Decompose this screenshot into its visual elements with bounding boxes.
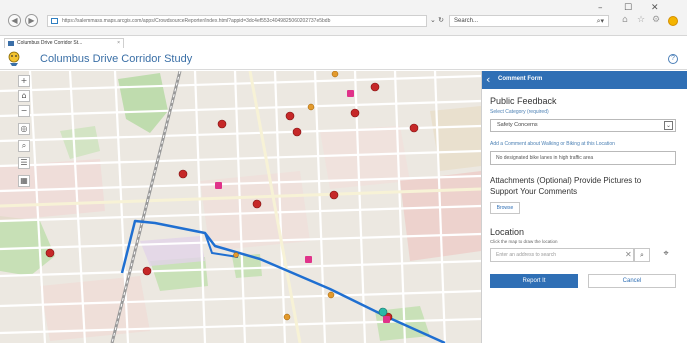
address-search-input[interactable]: Enter an address to search (490, 248, 634, 262)
safety-marker (217, 119, 227, 129)
comment-form-panel: ‹ Comment Form Public Feedback Select Ca… (481, 71, 687, 343)
map-view[interactable] (0, 71, 481, 343)
safety-marker (45, 248, 55, 258)
crosshair-icon[interactable]: ⌖ (658, 248, 674, 262)
home-view-icon[interactable]: ⌂ (18, 90, 30, 102)
tab-close-icon[interactable]: × (117, 39, 120, 48)
panel-title: Comment Form (498, 76, 543, 82)
safety-marker (370, 82, 380, 92)
search-icon[interactable]: ⌕ (634, 248, 650, 262)
forward-arrow-icon[interactable]: ▶ (25, 14, 38, 27)
page-icon (51, 18, 58, 24)
search-icon[interactable]: ⌕▾ (597, 16, 604, 26)
zoom-in-button[interactable]: + (18, 75, 30, 87)
minimize-button[interactable]: – (598, 3, 603, 13)
category-select[interactable]: Safety Concerns ⌄ (490, 119, 676, 132)
form-title: Public Feedback (490, 96, 557, 106)
other-marker (327, 291, 335, 299)
category-value: Safety Concerns (497, 122, 538, 128)
close-window-button[interactable]: ✕ (651, 3, 659, 13)
help-icon[interactable]: ? (668, 54, 678, 64)
safety-marker (292, 127, 302, 137)
basemap-icon[interactable]: ▦ (18, 175, 30, 187)
map-canvas[interactable] (0, 71, 481, 343)
tab-title: Columbus Drive Corridor St... (17, 40, 83, 46)
browser-tab[interactable]: Columbus Drive Corridor St... × (4, 38, 124, 48)
safety-marker (350, 108, 360, 118)
cancel-button[interactable]: Cancel (588, 274, 676, 288)
report-it-button[interactable]: Report It (490, 274, 578, 288)
other-marker (233, 252, 239, 258)
star-icon[interactable]: ☆ (637, 15, 645, 25)
bike-marker (215, 182, 222, 189)
chevron-down-icon[interactable]: ⌄ (664, 121, 673, 130)
safety-marker (285, 111, 295, 121)
clear-icon[interactable]: ✕ (625, 250, 632, 259)
favicon-icon (8, 41, 14, 46)
park-area (118, 73, 168, 133)
bike-marker (383, 316, 390, 323)
panel-header: ‹ Comment Form (482, 71, 687, 89)
category-label: Select Category (required) (490, 109, 549, 115)
refresh-icon[interactable]: ⌄ ↻ (430, 16, 444, 24)
bike-marker (305, 256, 312, 263)
safety-marker (329, 190, 339, 200)
app-logo-icon (8, 51, 20, 66)
building-block (140, 236, 205, 266)
teal-marker[interactable] (378, 307, 388, 317)
search-map-icon[interactable]: ⌕ (18, 140, 30, 152)
other-marker (331, 71, 339, 78)
smiley-icon[interactable] (668, 16, 678, 26)
back-arrow-icon[interactable]: ◀ (8, 14, 21, 27)
location-hint: Click the map to draw the location (490, 239, 558, 244)
gear-icon[interactable]: ⚙ (652, 15, 660, 25)
browse-button[interactable]: Browse (490, 202, 520, 214)
park-area (60, 126, 100, 159)
other-marker (307, 103, 315, 111)
safety-marker (178, 169, 188, 179)
url-text: https://salemmass.maps.arcgis.com/apps/C… (62, 18, 331, 24)
app-title: Columbus Drive Corridor Study (40, 53, 193, 65)
safety-marker (142, 266, 152, 276)
comment-label: Add a Comment about Walking or Biking at… (490, 141, 615, 147)
other-marker (283, 313, 291, 321)
park-area (0, 216, 55, 276)
browser-search-box[interactable]: Search... ⌕▾ (449, 15, 609, 27)
browser-search-placeholder: Search... (454, 18, 479, 24)
browser-chrome: – ☐ ✕ ◀ ▶ https://salemmass.maps.arcgis.… (0, 0, 687, 48)
safety-marker (409, 123, 419, 133)
attachments-title: Attachments (Optional) Provide Pictures … (490, 176, 642, 196)
safety-marker (252, 199, 262, 209)
locate-me-icon[interactable]: ◎ (18, 123, 30, 135)
bike-marker (347, 90, 354, 97)
address-bar[interactable]: https://salemmass.maps.arcgis.com/apps/C… (47, 15, 427, 27)
zoom-out-button[interactable]: − (18, 105, 30, 117)
back-chevron-icon[interactable]: ‹ (486, 73, 490, 86)
location-title: Location (490, 227, 525, 237)
comment-input[interactable]: No designated bike lanes in high traffic… (490, 151, 676, 165)
list-icon[interactable]: ☰ (18, 157, 30, 169)
home-icon[interactable]: ⌂ (622, 15, 628, 25)
maximize-button[interactable]: ☐ (624, 3, 632, 13)
